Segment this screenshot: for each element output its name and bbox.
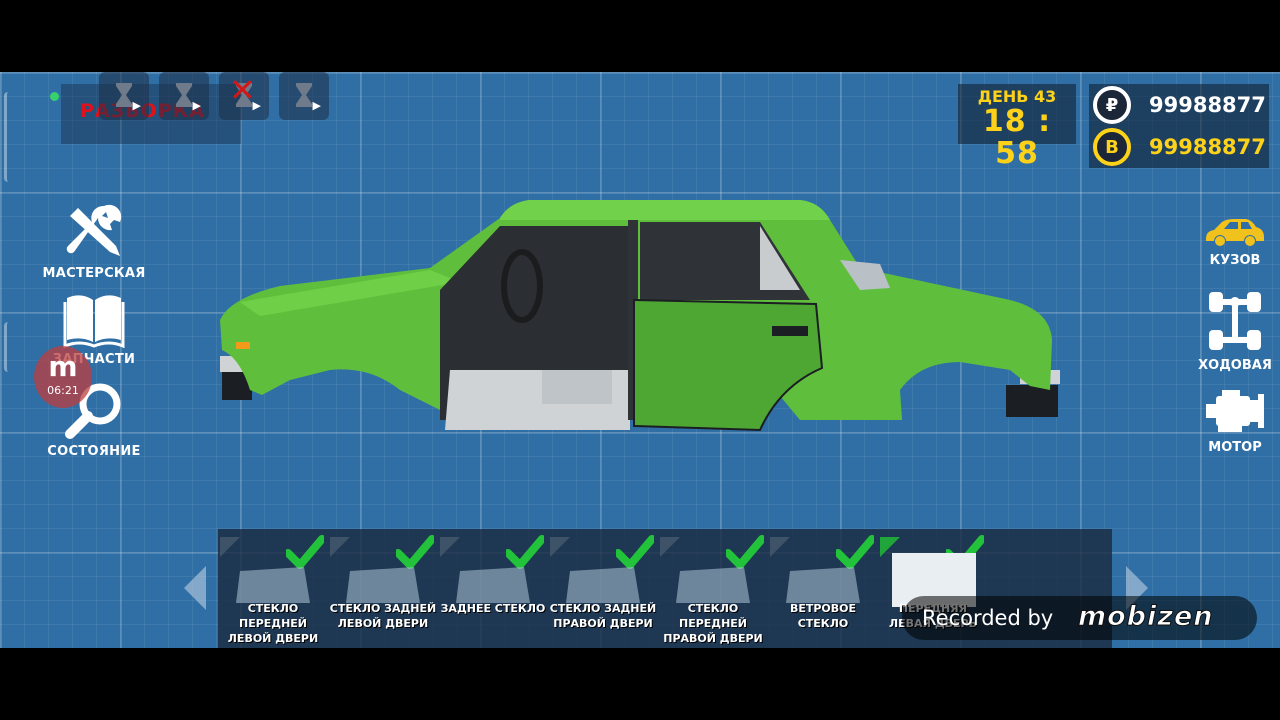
part-name: СТЕКЛО ПЕРЕДНЕЙ ЛЕВОЙ ДВЕРИ (227, 602, 319, 645)
part-item[interactable]: СТЕКЛО ЗАДНЕЙ ЛЕВОЙ ДВЕРИ (328, 529, 438, 648)
part-name: ЗАДНЕЕ СТЕКЛО (440, 602, 546, 615)
engine-label: МОТОР (1208, 440, 1262, 455)
recorder-logo: m (48, 350, 78, 383)
roof (500, 200, 830, 220)
part-name: СТЕКЛО ЗАДНЕЙ ПРАВОЙ ДВЕРИ (549, 602, 657, 630)
chassis-icon (1209, 292, 1261, 350)
glass-part-icon (346, 567, 420, 603)
game-screen: РАЗБОРКА ▶ ▶ ✕ ▶ ▶ ДЕНЬ 43 18 : 58 ₽ 999… (0, 72, 1280, 648)
recorder-watermark: Recorded by mobizen (902, 596, 1257, 640)
part-corner-marker (440, 537, 460, 557)
body-label: КУЗОВ (1209, 253, 1261, 268)
rubles-amount: 99988877 (1149, 93, 1266, 117)
book-icon (63, 295, 125, 348)
hourglass-icon (296, 83, 312, 107)
ad-slot-1[interactable]: ▶ (99, 72, 149, 120)
part-corner-marker (330, 537, 350, 557)
part-name: СТЕКЛО ЗАДНЕЙ ЛЕВОЙ ДВЕРИ (329, 602, 437, 630)
turn-signal (236, 342, 250, 349)
money-panel: ₽ 99988877 B 99988877 (1089, 84, 1269, 168)
recorder-logo-text: mobizen (1078, 601, 1214, 633)
recorder-time: 06:21 (47, 384, 79, 397)
glass-part-icon (236, 567, 310, 603)
rubles-row: ₽ 99988877 (1093, 84, 1269, 124)
glass-part-icon (566, 567, 640, 603)
bitcoin-row: B 99988877 (1093, 126, 1269, 166)
workshop-button[interactable]: МАСТЕРСКАЯ (39, 202, 149, 281)
hourglass-icon (176, 83, 192, 107)
recorder-prefix: Recorded by (922, 606, 1054, 630)
checkmark-icon (506, 535, 544, 569)
glass-part-icon (456, 567, 530, 603)
part-corner-marker (770, 537, 790, 557)
tools-icon (66, 204, 122, 256)
play-icon: ▶ (312, 99, 321, 112)
front-seat (542, 370, 612, 404)
clock-panel: ДЕНЬ 43 18 : 58 (958, 84, 1076, 170)
scroll-left-arrow[interactable] (182, 564, 208, 612)
rear-bumper (1006, 385, 1058, 417)
glass-part-icon (676, 567, 750, 603)
recorder-badge[interactable]: m 06:21 (34, 346, 92, 408)
part-item[interactable]: ВЕТРОВОЕ СТЕКЛО (768, 529, 878, 648)
glass-part-icon (786, 567, 860, 603)
part-item[interactable]: СТЕКЛО ПЕРЕДНЕЙ ПРАВОЙ ДВЕРИ (658, 529, 768, 648)
bitcoin-icon: B (1093, 128, 1131, 166)
body-button[interactable]: КУЗОВ (1190, 217, 1280, 268)
checkmark-icon (396, 535, 434, 569)
engine-button[interactable]: МОТОР (1190, 388, 1280, 455)
part-item[interactable]: СТЕКЛО ЗАДНЕЙ ПРАВОЙ ДВЕРИ (548, 529, 658, 648)
play-icon: ▶ (132, 99, 141, 112)
edge-indicator (4, 92, 12, 182)
ad-slot-2[interactable]: ▶ (159, 72, 209, 120)
bitcoin-amount: 99988877 (1149, 135, 1266, 159)
checkmark-icon (726, 535, 764, 569)
part-name: ВЕТРОВОЕ СТЕКЛО (789, 602, 857, 630)
door-handle (772, 326, 808, 336)
ruble-icon: ₽ (1093, 86, 1131, 124)
checkmark-icon (836, 535, 874, 569)
workshop-label: МАСТЕРСКАЯ (42, 266, 146, 281)
part-corner-marker (660, 537, 680, 557)
part-item[interactable]: ЗАДНЕЕ СТЕКЛО (438, 529, 548, 648)
condition-label: СОСТОЯНИЕ (47, 444, 141, 459)
car-body-icon (1206, 219, 1264, 246)
part-corner-marker (220, 537, 240, 557)
status-dot (50, 92, 59, 101)
game-time: 18 : 58 (982, 104, 1052, 171)
hourglass-icon (116, 83, 132, 107)
edge-indicator (4, 322, 12, 372)
part-corner-marker (550, 537, 570, 557)
checkmark-icon (286, 535, 324, 569)
checkmark-icon (616, 535, 654, 569)
chassis-button[interactable]: ХОДОВАЯ (1190, 290, 1280, 373)
engine-icon (1206, 390, 1264, 432)
car-model[interactable] (200, 190, 1080, 450)
play-icon: ▶ (252, 99, 261, 112)
chassis-label: ХОДОВАЯ (1198, 358, 1272, 373)
part-name: СТЕКЛО ПЕРЕДНЕЙ ПРАВОЙ ДВЕРИ (663, 602, 763, 645)
play-icon: ▶ (192, 99, 201, 112)
ad-slot-3[interactable]: ✕ ▶ (219, 72, 269, 120)
ad-slot-4[interactable]: ▶ (279, 72, 329, 120)
part-item[interactable]: СТЕКЛО ПЕРЕДНЕЙ ЛЕВОЙ ДВЕРИ (218, 529, 328, 648)
